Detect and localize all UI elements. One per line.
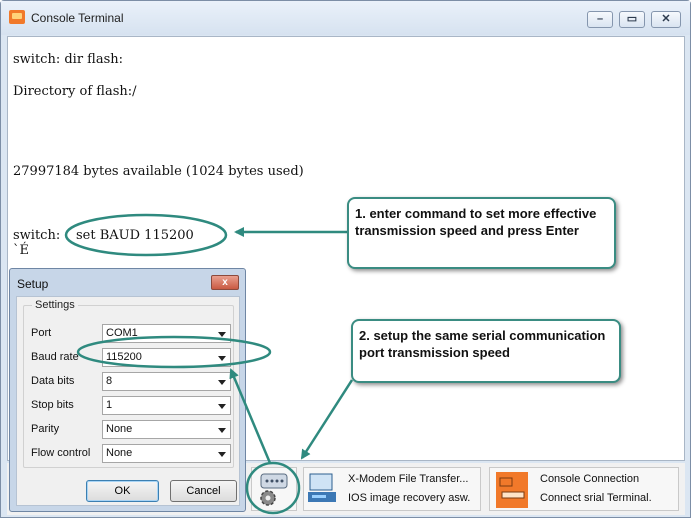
callout2-arrow <box>300 379 354 460</box>
baud-rate-highlight-ellipse <box>76 335 272 369</box>
callout-step-1: 1. enter command to set more effective t… <box>347 197 616 269</box>
command-highlight-ellipse <box>64 213 228 257</box>
gear-tool-highlight-ellipse <box>245 461 301 515</box>
gear-to-baud-arrow <box>229 368 272 464</box>
callout-step-2: 2. setup the same serial communication p… <box>351 319 621 383</box>
